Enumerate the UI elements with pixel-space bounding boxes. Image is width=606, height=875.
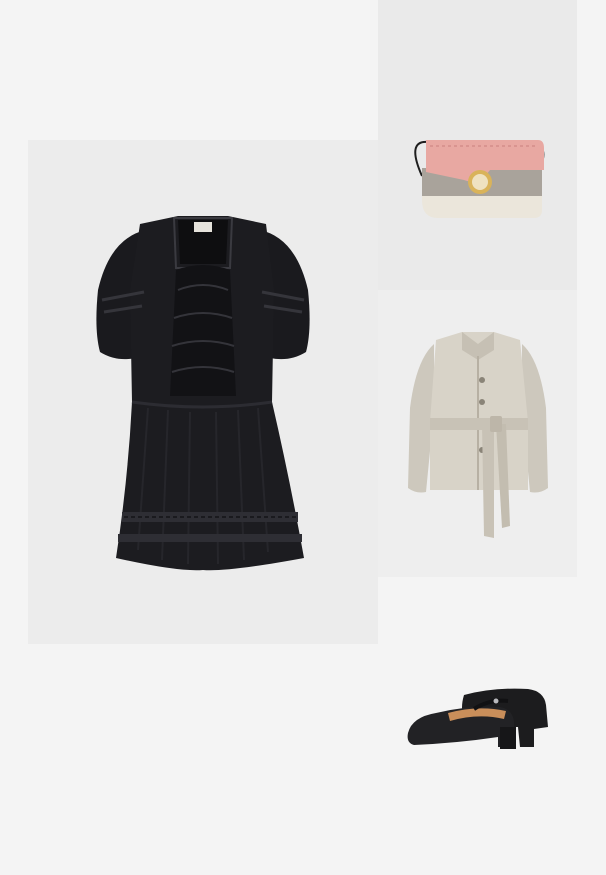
black-lace-dress-icon: [96, 216, 310, 571]
product-tile-jacket[interactable]: [378, 290, 577, 577]
product-tile-bag[interactable]: [378, 0, 577, 290]
belted-jacket-icon: [408, 332, 548, 538]
crossbody-bag-icon: [414, 140, 545, 218]
product-tile-shoes[interactable]: [378, 577, 577, 875]
product-tile-dress[interactable]: [28, 140, 378, 644]
mary-jane-pumps-icon: [407, 688, 548, 749]
